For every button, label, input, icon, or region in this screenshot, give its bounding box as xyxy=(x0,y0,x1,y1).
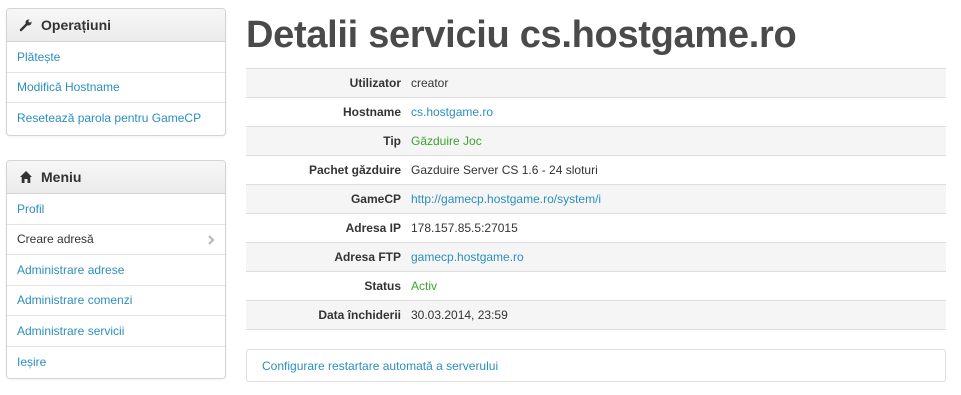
sidebar-item-label: Administrare comenzi xyxy=(17,293,133,308)
detail-value-hostname: cs.hostgame.ro xyxy=(411,105,946,119)
table-row: Adresa FTP gamecp.hostgame.ro xyxy=(246,243,946,272)
detail-label: Utilizator xyxy=(349,76,401,90)
sidebar-item-label: Administrare servicii xyxy=(17,323,125,338)
table-row: Data închiderii 30.03.2014, 23:59 xyxy=(246,301,946,330)
sidebar-item-label: Ieșire xyxy=(17,354,47,369)
sidebar-item-manage-orders[interactable]: Administrare comenzi xyxy=(7,286,225,316)
chevron-right-icon xyxy=(205,234,217,246)
sidebar-item-label: Plătește xyxy=(17,49,61,64)
table-row: Tip Găzduire Joc xyxy=(246,127,946,156)
table-row: Utilizator creator xyxy=(246,69,946,98)
table-row: GameCP http://gamecp.hostgame.ro/system/… xyxy=(246,185,946,214)
detail-label: Tip xyxy=(383,134,401,148)
sidebar-item-label: Resetează parola pentru GameCP xyxy=(17,111,202,126)
operations-panel-header: Operațiuni xyxy=(7,9,225,42)
hostname-editable[interactable]: cs.hostgame.ro xyxy=(411,105,494,119)
detail-label: Status xyxy=(364,279,401,293)
auto-restart-config-link[interactable]: Configurare restartare automată a server… xyxy=(246,349,946,382)
detail-value-ftp: gamecp.hostgame.ro xyxy=(411,250,946,264)
sidebar-item-profile[interactable]: Profil xyxy=(7,194,225,225)
sidebar-item-modify-hostname[interactable]: Modifică Hostname xyxy=(7,73,225,103)
detail-label: Pachet găzduire xyxy=(308,163,401,177)
sidebar-item-label: Creare adresă xyxy=(17,232,94,247)
table-row: Status Activ xyxy=(246,272,946,301)
detail-label: Adresa IP xyxy=(345,221,401,235)
sidebar-item-logout[interactable]: Ieșire xyxy=(7,347,225,378)
sidebar-item-pay[interactable]: Plătește xyxy=(7,42,225,73)
detail-label: GameCP xyxy=(350,192,401,206)
table-row: Adresa IP 178.157.85.5:27015 xyxy=(246,214,946,243)
operations-panel: Operațiuni Plătește Modifică Hostname Re… xyxy=(6,8,226,136)
detail-label: Data închiderii xyxy=(318,308,401,322)
detail-value-gamecp: http://gamecp.hostgame.ro/system/i xyxy=(411,192,946,206)
home-icon xyxy=(19,170,33,184)
menu-panel-header: Meniu xyxy=(7,161,225,194)
detail-value-closing-date: 30.03.2014, 23:59 xyxy=(411,308,508,322)
sidebar-item-label: Administrare adrese xyxy=(17,262,125,277)
operations-panel-title: Operațiuni xyxy=(41,17,112,33)
wrench-icon xyxy=(19,18,33,32)
page-title: Detalii serviciu cs.hostgame.ro xyxy=(246,14,797,56)
ftp-link[interactable]: gamecp.hostgame.ro xyxy=(411,250,524,264)
menu-panel-title: Meniu xyxy=(41,169,82,185)
gamecp-link[interactable]: http://gamecp.hostgame.ro/system/i xyxy=(411,192,607,206)
detail-value-user: creator xyxy=(411,76,449,90)
detail-label: Hostname xyxy=(342,105,401,119)
menu-panel: Meniu Profil Creare adresă Administrare … xyxy=(6,160,226,379)
table-row: Hostname cs.hostgame.ro xyxy=(246,98,946,127)
detail-label: Adresa FTP xyxy=(334,250,401,264)
sidebar-item-manage-services[interactable]: Administrare servicii xyxy=(7,316,225,347)
sidebar-item-create-address[interactable]: Creare adresă xyxy=(7,225,225,255)
detail-value-type: Găzduire Joc xyxy=(411,134,482,148)
detail-value-ip: 178.157.85.5:27015 xyxy=(411,221,518,235)
detail-value-package: Gazduire Server CS 1.6 - 24 sloturi xyxy=(411,163,598,177)
auto-restart-config-label: Configurare restartare automată a server… xyxy=(262,358,499,373)
detail-value-status: Activ xyxy=(411,279,438,293)
table-row: Pachet găzduire Gazduire Server CS 1.6 -… xyxy=(246,156,946,185)
sidebar-item-manage-addresses[interactable]: Administrare adrese xyxy=(7,255,225,286)
service-details-table: Utilizator creator Hostname cs.hostgame.… xyxy=(246,68,946,330)
sidebar-item-reset-gamecp-password[interactable]: Resetează parola pentru GameCP xyxy=(7,103,225,134)
sidebar-item-label: Modifică Hostname xyxy=(17,80,120,95)
sidebar-item-label: Profil xyxy=(17,201,45,216)
